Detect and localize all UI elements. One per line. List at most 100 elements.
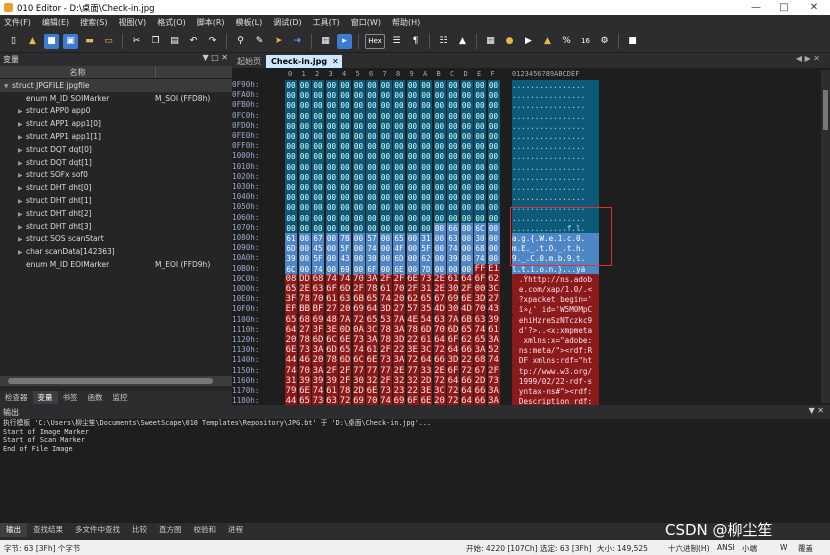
output-controls[interactable]: ▼ ✕ bbox=[809, 406, 824, 415]
variable-row[interactable]: enum M_ID EOIMarker M_EOI (FFD9h) bbox=[0, 258, 232, 271]
output-tab[interactable]: 输出 bbox=[0, 523, 27, 537]
expand-right-icon[interactable]: ▶ bbox=[18, 249, 26, 256]
expand-right-icon[interactable]: ▶ bbox=[18, 198, 26, 205]
columns-icon[interactable]: ☰ bbox=[389, 34, 404, 49]
left-tab[interactable]: 变量 bbox=[32, 391, 58, 404]
forward-icon[interactable]: ➜ bbox=[290, 34, 305, 49]
expand-right-icon[interactable]: ▶ bbox=[18, 147, 26, 154]
menu-item[interactable]: 窗口(W) bbox=[351, 17, 381, 28]
menu-item[interactable]: 工具(T) bbox=[313, 17, 340, 28]
variable-row[interactable]: ▶ struct APP1 app1[1] bbox=[0, 130, 232, 143]
copy-icon[interactable]: ❐ bbox=[148, 34, 163, 49]
status-ovr[interactable]: 覆盖 bbox=[798, 543, 813, 554]
output-tab[interactable]: 查找结果 bbox=[27, 523, 69, 537]
table-icon[interactable]: ☷ bbox=[436, 34, 451, 49]
goto-icon[interactable]: ➤ bbox=[271, 34, 286, 49]
cut-icon[interactable]: ✂ bbox=[129, 34, 144, 49]
menu-item[interactable]: 调试(D) bbox=[273, 17, 301, 28]
maximize-button[interactable]: □ bbox=[770, 0, 798, 15]
variable-row[interactable]: ▶ struct DQT dqt[1] bbox=[0, 156, 232, 169]
highlight-icon[interactable]: ▲ bbox=[455, 34, 470, 49]
left-tab[interactable]: 书签 bbox=[58, 391, 83, 404]
variable-row[interactable]: ▶ char scanData[142363] bbox=[0, 245, 232, 258]
expand-right-icon[interactable]: ▶ bbox=[18, 108, 26, 115]
paragraph-icon[interactable]: ¶ bbox=[408, 34, 423, 49]
variable-row[interactable]: enum M_ID SOIMarker M_SOI (FFD8h) bbox=[0, 92, 232, 105]
chart-icon[interactable]: ▲ bbox=[540, 34, 555, 49]
variable-row[interactable]: ▶ struct SOFx sof0 bbox=[0, 169, 232, 182]
variable-row[interactable]: ▶ struct DHT dht[2] bbox=[0, 207, 232, 220]
redo-icon[interactable]: ↷ bbox=[205, 34, 220, 49]
menu-item[interactable]: 文件(F) bbox=[4, 17, 31, 28]
expand-right-icon[interactable]: ▶ bbox=[18, 211, 26, 218]
save-all-icon[interactable]: ▣ bbox=[63, 33, 78, 49]
menu-item[interactable]: 格式(O) bbox=[157, 17, 186, 28]
settings-icon[interactable]: ⚙ bbox=[597, 34, 612, 49]
menu-item[interactable]: 视图(V) bbox=[118, 17, 146, 28]
output-tab[interactable]: 进程 bbox=[222, 523, 249, 537]
expand-right-icon[interactable]: ▶ bbox=[18, 160, 26, 167]
status-endian[interactable]: 小端 bbox=[742, 543, 757, 554]
left-tab[interactable]: 函数 bbox=[83, 391, 108, 404]
compare-icon[interactable]: ▦ bbox=[318, 34, 333, 49]
editor-tab[interactable]: Check-in.jpg bbox=[266, 55, 333, 68]
script-icon[interactable]: ▸ bbox=[337, 33, 352, 49]
menu-item[interactable]: 编辑(E) bbox=[42, 17, 69, 28]
output-tab[interactable]: 直方图 bbox=[153, 523, 188, 537]
editor-tab-controls[interactable]: ◀ ▶ ✕ bbox=[796, 54, 820, 63]
output-tab[interactable]: 校验和 bbox=[188, 523, 223, 537]
expand-down-icon[interactable]: ▼ bbox=[4, 83, 12, 90]
variable-row[interactable]: ▶ struct DHT dht[1] bbox=[0, 194, 232, 207]
percent-icon[interactable]: % bbox=[559, 34, 574, 49]
left-tab[interactable]: 监控 bbox=[108, 391, 133, 404]
undo-icon[interactable]: ↶ bbox=[186, 34, 201, 49]
template-icon[interactable]: ● bbox=[502, 34, 517, 49]
variable-row[interactable]: ▶ struct DHT dht[0] bbox=[0, 181, 232, 194]
variable-row[interactable]: ▶ struct DHT dht[3] bbox=[0, 220, 232, 233]
menu-item[interactable]: 帮助(H) bbox=[392, 17, 420, 28]
calculator-icon[interactable]: ▦ bbox=[483, 34, 498, 49]
new-file-icon[interactable]: ▯ bbox=[6, 34, 21, 49]
status-charset[interactable]: ANSI bbox=[717, 543, 735, 552]
minimize-button[interactable]: — bbox=[742, 0, 770, 15]
base-convert-icon[interactable]: 16 bbox=[578, 34, 593, 49]
output-tab[interactable]: 比较 bbox=[126, 523, 153, 537]
menu-item[interactable]: 搜索(S) bbox=[80, 17, 107, 28]
expand-right-icon[interactable]: ▶ bbox=[18, 185, 26, 192]
paste-icon[interactable]: ▤ bbox=[167, 34, 182, 49]
expand-right-icon[interactable]: ▶ bbox=[18, 134, 26, 141]
variable-row[interactable]: ▼ struct JPGFILE jpgfile bbox=[0, 79, 232, 92]
variable-row[interactable]: ▶ struct SOS scanStart bbox=[0, 233, 232, 246]
replace-icon[interactable]: ✎ bbox=[252, 34, 267, 49]
column-name-header[interactable]: 名称 bbox=[0, 67, 155, 78]
scroll-thumb[interactable] bbox=[8, 378, 213, 384]
folder-icon[interactable]: ▬ bbox=[82, 34, 97, 49]
find-icon[interactable]: ⚲ bbox=[233, 34, 248, 49]
panel-controls[interactable]: ▼ □ ✕ bbox=[203, 53, 229, 62]
output-tab[interactable]: 多文件中查找 bbox=[69, 523, 126, 537]
scroll-thumb[interactable] bbox=[823, 90, 828, 130]
status-mode[interactable]: W bbox=[780, 543, 787, 552]
menu-item[interactable]: 脚本(R) bbox=[197, 17, 225, 28]
run-icon[interactable]: ▶ bbox=[521, 34, 536, 49]
expand-right-icon[interactable]: ▶ bbox=[18, 172, 26, 179]
menu-item[interactable]: 模板(L) bbox=[236, 17, 263, 28]
hex-icon[interactable]: Hex bbox=[365, 33, 385, 49]
open-folder-icon[interactable]: ▲ bbox=[25, 34, 40, 49]
editor-vscroll[interactable] bbox=[821, 70, 830, 403]
expand-right-icon[interactable]: ▶ bbox=[18, 224, 26, 231]
folder-open-icon[interactable]: ▭ bbox=[101, 34, 116, 49]
left-tab[interactable]: 检查器 bbox=[0, 391, 33, 404]
variable-row[interactable]: ▶ struct APP1 app1[0] bbox=[0, 117, 232, 130]
expand-right-icon[interactable]: ▶ bbox=[18, 121, 26, 128]
save-icon[interactable]: ■ bbox=[44, 33, 59, 49]
expand-right-icon[interactable]: ▶ bbox=[18, 236, 26, 243]
close-window-button[interactable]: ✕ bbox=[800, 0, 828, 15]
variable-row[interactable]: ▶ struct APP0 app0 bbox=[0, 105, 232, 118]
stop-icon[interactable]: ■ bbox=[625, 34, 640, 49]
editor-tab[interactable]: 起始页 bbox=[232, 55, 266, 68]
close-tab-icon[interactable]: ✕ bbox=[332, 55, 342, 68]
status-encoding[interactable]: 十六进制(H) bbox=[668, 543, 710, 554]
variables-hscroll[interactable] bbox=[0, 376, 232, 386]
variable-row[interactable]: ▶ struct DQT dqt[0] bbox=[0, 143, 232, 156]
